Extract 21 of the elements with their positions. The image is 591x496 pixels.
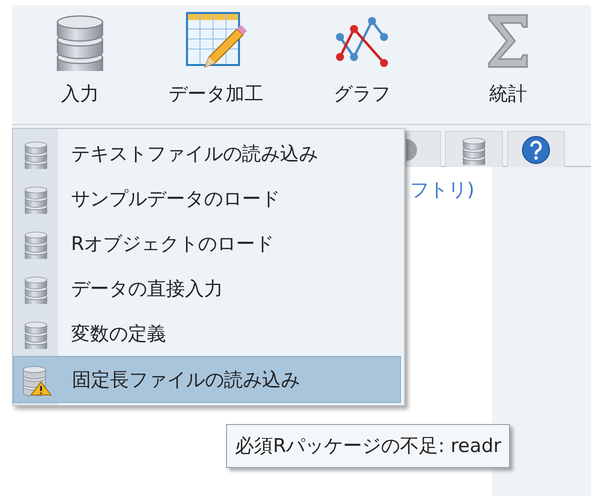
database-icon [24, 138, 48, 168]
help-icon [521, 134, 551, 164]
menu-item[interactable]: 固定長ファイルの読み込み [13, 356, 401, 403]
tab[interactable] [507, 131, 565, 167]
table-pencil-icon [185, 11, 247, 71]
database-icon [24, 228, 48, 258]
menu-item[interactable]: Rオブジェクトのロード [13, 221, 404, 266]
database-icon [24, 274, 48, 304]
menu-item[interactable]: サンプルデータのロード [13, 176, 404, 221]
menu-item[interactable]: 変数の定義 [13, 311, 404, 356]
directory-label: フトリ) [410, 179, 474, 201]
toolbar-button[interactable]: 入力 [52, 5, 108, 107]
database-icon [462, 134, 486, 164]
tooltip: 必須Rパッケージの不足: readr [226, 424, 510, 468]
toolbar-button[interactable]: データ加工 [143, 5, 289, 107]
toolbar-button[interactable]: グラフ [289, 5, 435, 107]
menu-item[interactable]: データの直接入力 [13, 266, 404, 311]
database-icon [24, 184, 48, 214]
menu-item[interactable]: テキストファイルの読み込み [13, 131, 404, 176]
database-icon [24, 318, 48, 348]
toolbar-button[interactable]: 統計 [435, 5, 581, 107]
